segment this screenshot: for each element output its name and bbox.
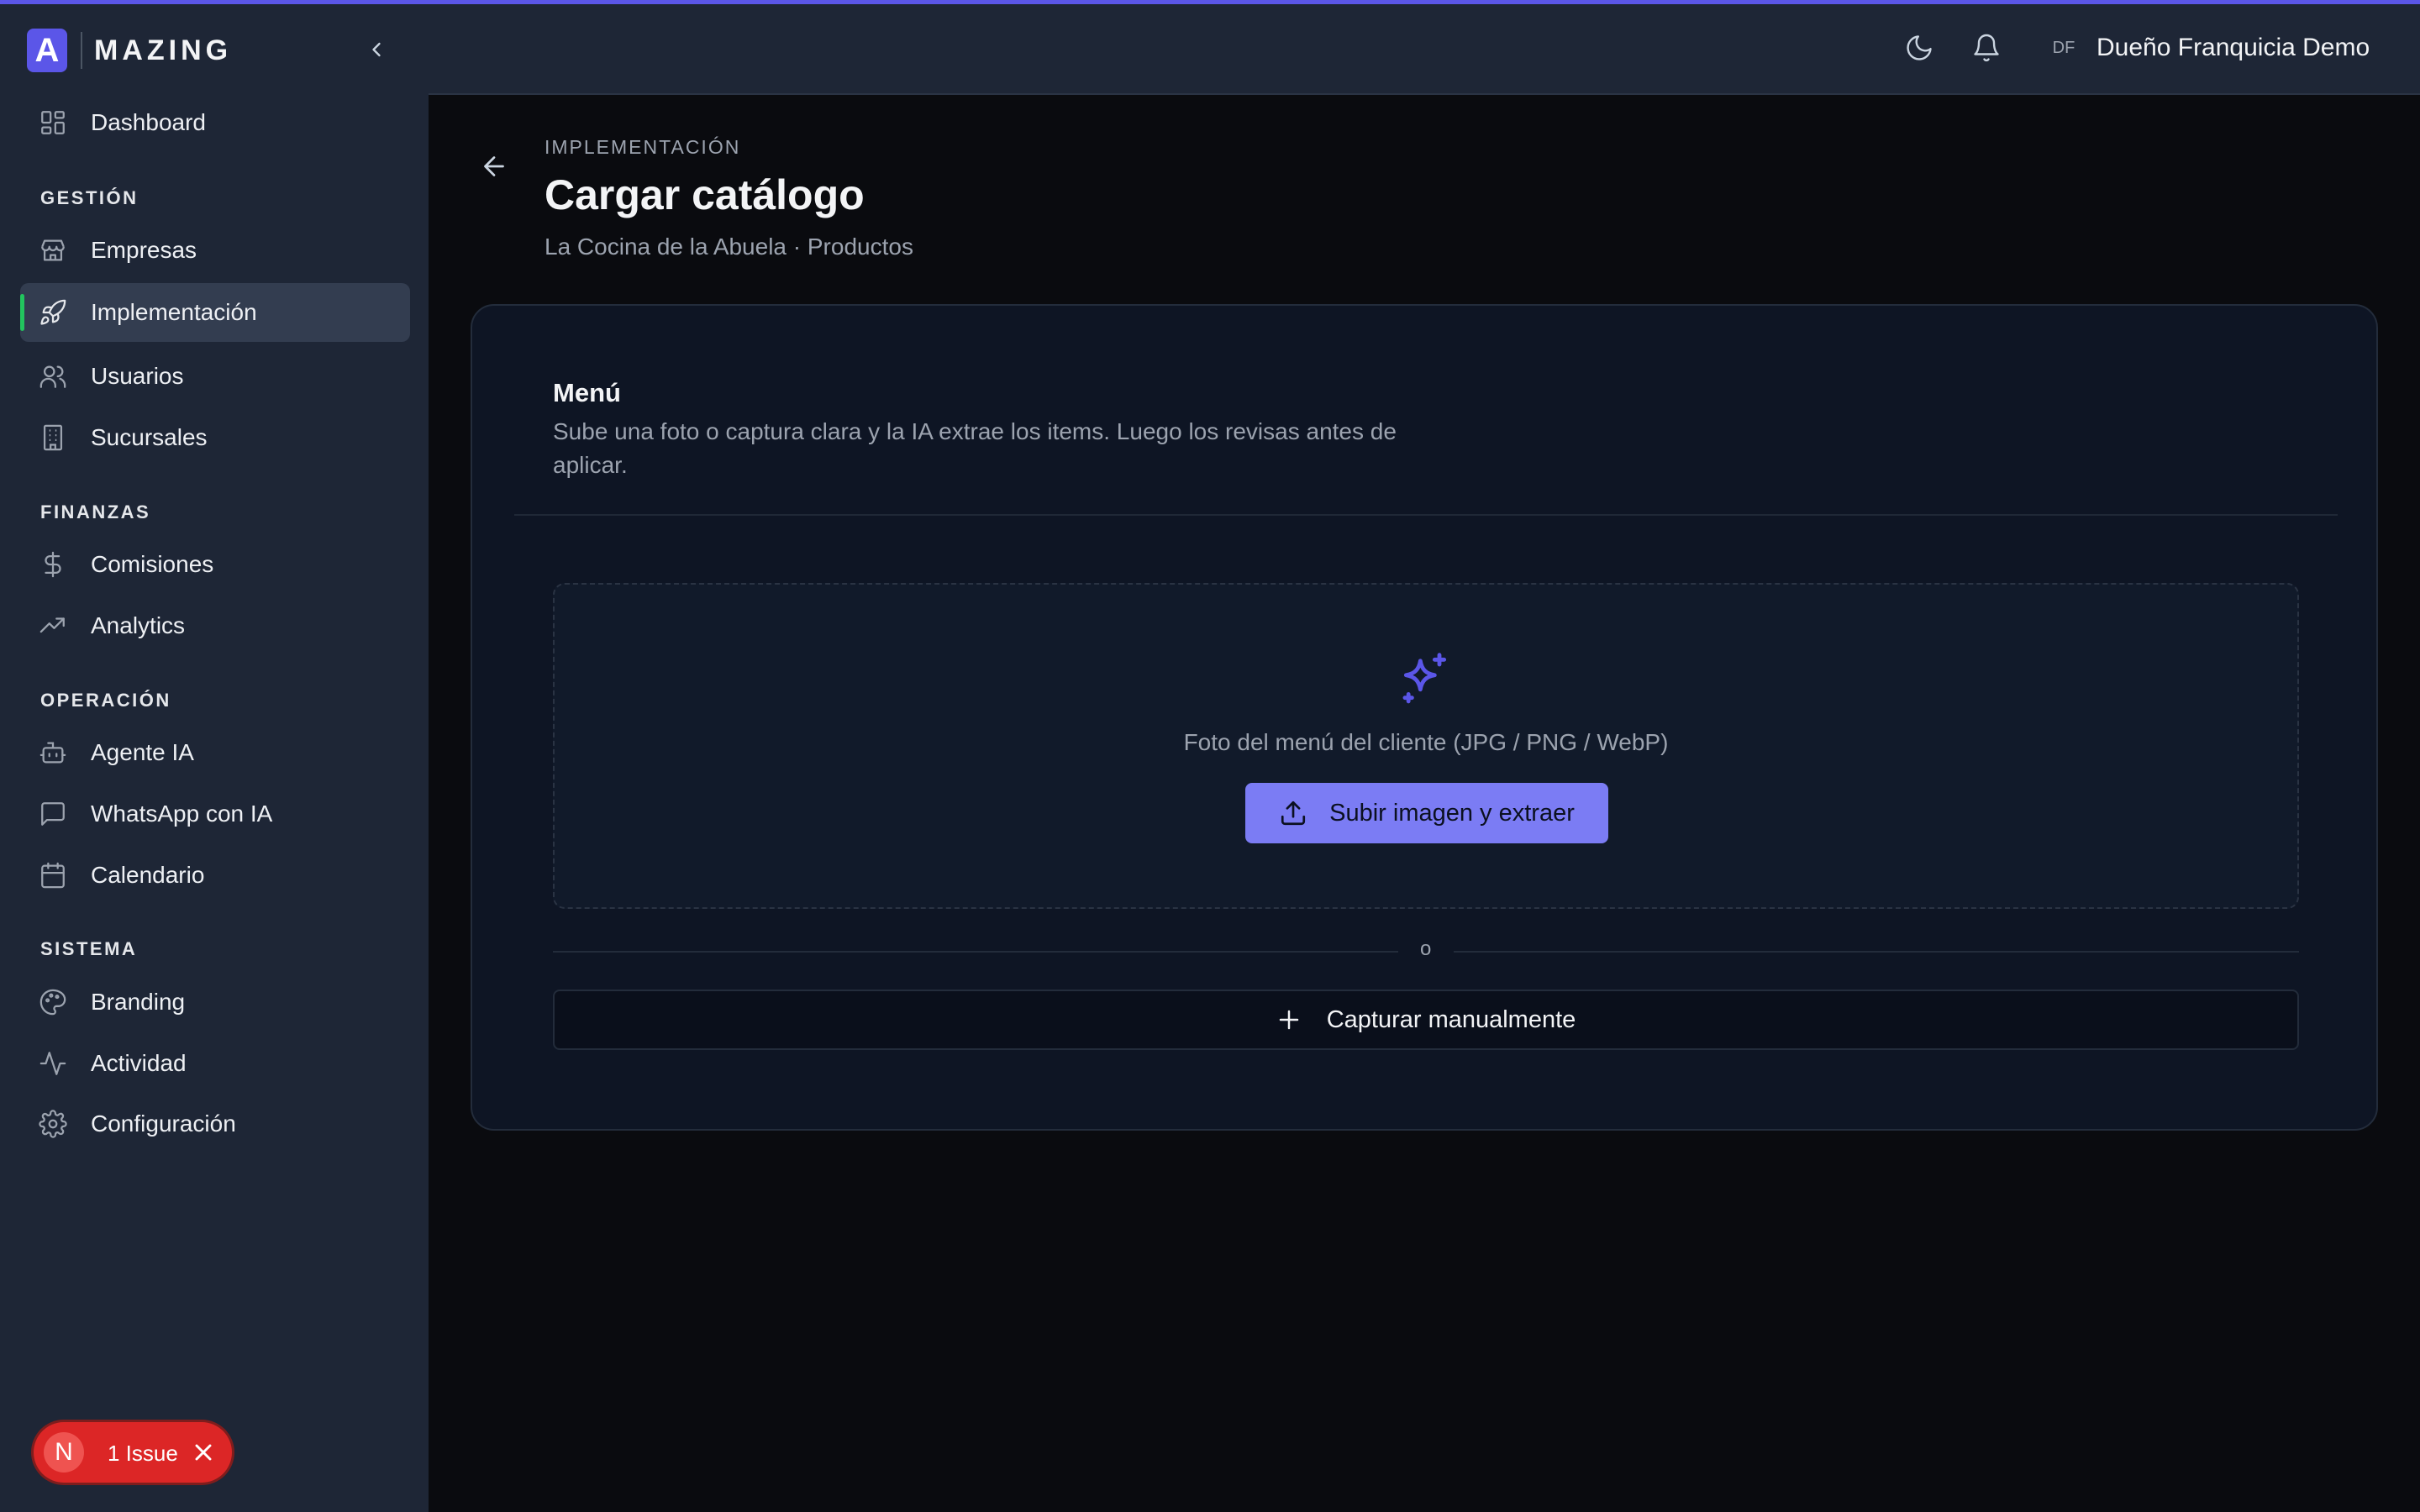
plus-icon: [1279, 1010, 1298, 1030]
upload-extract-button[interactable]: Subir imagen y extraer: [1245, 783, 1608, 843]
upload-button-label: Subir imagen y extraer: [1329, 799, 1575, 827]
sidebar-item-label: Empresas: [91, 237, 197, 263]
sidebar-item-label: Usuarios: [91, 363, 184, 389]
page-eyebrow: IMPLEMENTACIÓN: [544, 136, 741, 158]
sidebar-item-label: Dashboard: [91, 109, 206, 135]
gear-icon: [39, 1110, 67, 1138]
sidebar-item-label: Branding: [91, 989, 186, 1015]
sparkles-icon: [1402, 653, 1447, 704]
page-title: Cargar catálogo: [544, 171, 865, 218]
dollar-icon: [45, 551, 61, 578]
brand-logo: A: [27, 29, 67, 72]
activity-icon: [39, 1052, 66, 1075]
message-square-icon: [41, 802, 65, 826]
dropzone-hint: Foto del menú del cliente (JPG / PNG / W…: [1183, 729, 1669, 755]
rocket-icon: [40, 299, 66, 325]
issues-count: 1 Issue: [108, 1441, 178, 1466]
building-icon: [43, 424, 63, 451]
sidebar-item-empresas[interactable]: Empresas: [20, 221, 410, 280]
brand-name: MAZING: [94, 34, 233, 66]
sidebar-item-actividad[interactable]: Actividad: [20, 1034, 410, 1093]
or-divider-left: [553, 951, 1398, 953]
collapse-sidebar-button[interactable]: [361, 34, 392, 65]
sidebar-item-label: Actividad: [91, 1050, 187, 1076]
sidebar-item-calendario[interactable]: Calendario: [20, 846, 410, 905]
sidebar-item-branding[interactable]: Branding: [20, 973, 410, 1032]
trending-up-icon: [39, 617, 65, 633]
bot-icon: [39, 742, 66, 764]
sidebar-item-label: Calendario: [91, 862, 205, 888]
image-dropzone[interactable]: Foto del menú del cliente (JPG / PNG / W…: [553, 583, 2299, 909]
store-icon: [41, 239, 65, 261]
sidebar-item-label: WhatsApp con IA: [91, 801, 273, 827]
nextjs-logo-icon: N: [44, 1432, 84, 1473]
page-subtitle: La Cocina de la Abuela · Productos: [544, 234, 913, 260]
sidebar-item-sucursales[interactable]: Sucursales: [20, 408, 410, 467]
sidebar-item-whatsapp[interactable]: WhatsApp con IA: [20, 785, 410, 843]
manual-capture-button[interactable]: Capturar manualmente: [553, 990, 2299, 1050]
section-title-operacion: OPERACIÓN: [40, 690, 171, 711]
divider: [514, 514, 2338, 516]
avatar[interactable]: DF: [2045, 29, 2082, 66]
card-description: Sube una foto o captura clara y la IA ex…: [553, 418, 1397, 478]
sidebar-item-label: Configuración: [91, 1110, 236, 1137]
sidebar-item-label: Agente IA: [91, 739, 194, 765]
dashboard-grid-icon: [41, 111, 65, 134]
chevron-left-icon: [372, 42, 381, 57]
manual-button-label: Capturar manualmente: [1326, 1005, 1576, 1033]
calendar-icon: [41, 862, 65, 889]
sidebar-item-label: Sucursales: [91, 424, 208, 450]
brand[interactable]: A MAZING: [27, 26, 232, 75]
or-divider-right: [1454, 951, 2299, 953]
sidebar-item-label: Implementación: [91, 299, 257, 325]
upload-icon: [1281, 801, 1306, 826]
section-title-sistema: SISTEMA: [40, 938, 138, 959]
sidebar-item-dashboard[interactable]: Dashboard: [20, 93, 410, 152]
brand-separator: [81, 32, 82, 69]
sidebar: A MAZING Dashboard GESTIÓN Empresas Impl…: [0, 4, 429, 1512]
sidebar-item-analytics[interactable]: Analytics: [20, 596, 410, 655]
issues-badge[interactable]: N 1 Issue: [34, 1422, 232, 1483]
arrow-left-icon[interactable]: [479, 151, 509, 181]
bell-icon[interactable]: [1971, 33, 2002, 63]
users-icon: [39, 365, 66, 388]
sidebar-item-label: Comisiones: [91, 551, 214, 577]
palette-icon: [39, 989, 66, 1016]
sidebar-item-configuracion[interactable]: Configuración: [20, 1095, 410, 1153]
top-header: DF Dueño Franquicia Demo: [429, 4, 2420, 95]
section-title-finanzas: FINANZAS: [40, 501, 151, 522]
close-icon[interactable]: [190, 1439, 217, 1466]
user-name[interactable]: Dueño Franquicia Demo: [2096, 34, 2370, 62]
section-title-gestion: GESTIÓN: [40, 187, 139, 208]
sidebar-item-agente-ia[interactable]: Agente IA: [20, 723, 410, 782]
or-label: o: [1420, 937, 1432, 960]
moon-icon[interactable]: [1904, 33, 1934, 63]
card-title: Menú: [553, 378, 621, 407]
menu-card: Menú Sube una foto o captura clara y la …: [471, 304, 2378, 1131]
sidebar-item-comisiones[interactable]: Comisiones: [20, 535, 410, 594]
sidebar-item-implementacion[interactable]: Implementación: [20, 283, 410, 342]
sidebar-item-usuarios[interactable]: Usuarios: [20, 347, 410, 406]
sidebar-item-label: Analytics: [91, 612, 186, 638]
